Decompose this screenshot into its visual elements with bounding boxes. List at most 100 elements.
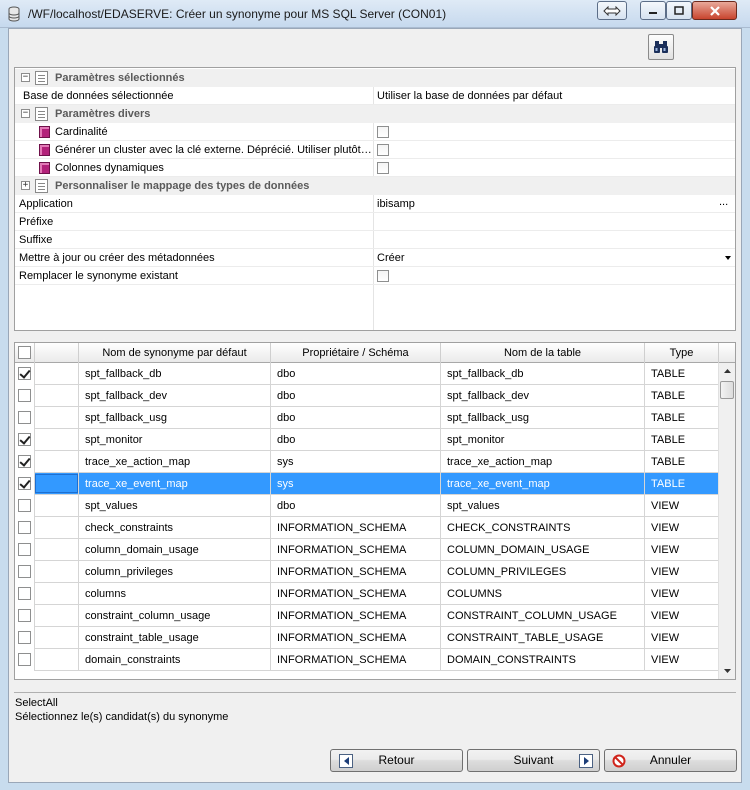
cell-table-name[interactable]: trace_xe_event_map	[441, 473, 645, 495]
browse-button[interactable]: ...	[719, 196, 728, 208]
cell-synonym-name[interactable]: spt_fallback_dev	[79, 385, 271, 407]
row-checkbox[interactable]	[18, 411, 31, 424]
colonnes-dynamiques-checkbox[interactable]	[377, 162, 389, 174]
cell-owner-schema[interactable]: INFORMATION_SCHEMA	[271, 649, 441, 671]
row-checkbox[interactable]	[18, 433, 31, 446]
cell-owner-schema[interactable]: INFORMATION_SCHEMA	[271, 561, 441, 583]
cell-type[interactable]: VIEW	[645, 495, 719, 517]
scroll-thumb[interactable]	[720, 381, 734, 399]
prop-prefixe[interactable]: Préfixe	[15, 213, 735, 231]
row-checkbox[interactable]	[18, 543, 31, 556]
cell-type[interactable]: VIEW	[645, 539, 719, 561]
cell-synonym-name[interactable]: spt_monitor	[79, 429, 271, 451]
cluster-checkbox[interactable]	[377, 144, 389, 156]
column-header-nom-synonyme[interactable]: Nom de synonyme par défaut	[79, 343, 271, 363]
cell-owner-schema[interactable]: dbo	[271, 429, 441, 451]
row-checkbox[interactable]	[18, 455, 31, 468]
table-row[interactable]: spt_monitor dbo spt_monitor TABLE	[15, 429, 719, 451]
table-row[interactable]: spt_fallback_usg dbo spt_fallback_usg TABLE	[15, 407, 719, 429]
cell-type[interactable]: VIEW	[645, 627, 719, 649]
cell-type[interactable]: TABLE	[645, 407, 719, 429]
minimize-button[interactable]	[640, 1, 666, 20]
cell-table-name[interactable]: CONSTRAINT_COLUMN_USAGE	[441, 605, 645, 627]
find-button[interactable]	[648, 34, 674, 60]
cell-synonym-name[interactable]: columns	[79, 583, 271, 605]
cell-synonym-name[interactable]: column_domain_usage	[79, 539, 271, 561]
row-checkbox[interactable]	[18, 521, 31, 534]
cell-owner-schema[interactable]: INFORMATION_SCHEMA	[271, 517, 441, 539]
cell-owner-schema[interactable]: INFORMATION_SCHEMA	[271, 605, 441, 627]
table-row[interactable]: constraint_table_usage INFORMATION_SCHEMA…	[15, 627, 719, 649]
vertical-scrollbar[interactable]	[718, 363, 735, 679]
prop-colonnes-dynamiques[interactable]: Colonnes dynamiques	[15, 159, 735, 177]
cell-owner-schema[interactable]: dbo	[271, 407, 441, 429]
expand-toggle[interactable]: +	[21, 181, 30, 190]
table-row[interactable]: columns INFORMATION_SCHEMA COLUMNS VIEW	[15, 583, 719, 605]
prop-cardinalite[interactable]: Cardinalité	[15, 123, 735, 141]
select-all-checkbox[interactable]	[18, 346, 31, 359]
cell-table-name[interactable]: COLUMNS	[441, 583, 645, 605]
cell-owner-schema[interactable]: sys	[271, 451, 441, 473]
table-row[interactable]: spt_values dbo spt_values VIEW	[15, 495, 719, 517]
remplacer-checkbox[interactable]	[377, 270, 389, 282]
cell-owner-schema[interactable]: INFORMATION_SCHEMA	[271, 583, 441, 605]
cell-synonym-name[interactable]: constraint_table_usage	[79, 627, 271, 649]
column-header-type[interactable]: Type	[645, 343, 719, 363]
cell-synonym-name[interactable]: spt_values	[79, 495, 271, 517]
cell-type[interactable]: VIEW	[645, 605, 719, 627]
application-value[interactable]: ibisamp	[377, 198, 415, 210]
row-checkbox[interactable]	[18, 587, 31, 600]
cell-owner-schema[interactable]: INFORMATION_SCHEMA	[271, 627, 441, 649]
next-button[interactable]: Suivant	[467, 749, 600, 772]
cell-synonym-name[interactable]: column_privileges	[79, 561, 271, 583]
column-header-nom-table[interactable]: Nom de la table	[441, 343, 645, 363]
table-row[interactable]: trace_xe_event_map sys trace_xe_event_map T…	[15, 473, 719, 495]
cell-table-name[interactable]: spt_fallback_usg	[441, 407, 645, 429]
table-row[interactable]: column_domain_usage INFORMATION_SCHEMA COL…	[15, 539, 719, 561]
table-row[interactable]: domain_constraints INFORMATION_SCHEMA DOMA…	[15, 649, 719, 671]
row-checkbox[interactable]	[18, 565, 31, 578]
cell-owner-schema[interactable]: dbo	[271, 495, 441, 517]
cardinalite-checkbox[interactable]	[377, 126, 389, 138]
cell-table-name[interactable]: CHECK_CONSTRAINTS	[441, 517, 645, 539]
cell-type[interactable]: TABLE	[645, 429, 719, 451]
collapse-toggle[interactable]: −	[21, 73, 30, 82]
cell-table-name[interactable]: spt_monitor	[441, 429, 645, 451]
cell-type[interactable]: TABLE	[645, 363, 719, 385]
row-checkbox[interactable]	[18, 499, 31, 512]
table-row[interactable]: trace_xe_action_map sys trace_xe_action_ma…	[15, 451, 719, 473]
cell-synonym-name[interactable]: spt_fallback_usg	[79, 407, 271, 429]
collapse-toggle[interactable]: −	[21, 109, 30, 118]
row-checkbox[interactable]	[18, 609, 31, 622]
table-row[interactable]: constraint_column_usage INFORMATION_SCHEM…	[15, 605, 719, 627]
column-header-proprietaire[interactable]: Propriétaire / Schéma	[271, 343, 441, 363]
prop-suffixe[interactable]: Suffixe	[15, 231, 735, 249]
cell-synonym-name[interactable]: constraint_column_usage	[79, 605, 271, 627]
row-checkbox[interactable]	[18, 389, 31, 402]
table-row[interactable]: spt_fallback_db dbo spt_fallback_db TABLE	[15, 363, 719, 385]
row-checkbox[interactable]	[18, 631, 31, 644]
cell-table-name[interactable]: spt_values	[441, 495, 645, 517]
cell-table-name[interactable]: trace_xe_action_map	[441, 451, 645, 473]
cell-table-name[interactable]: spt_fallback_db	[441, 363, 645, 385]
cell-owner-schema[interactable]: sys	[271, 473, 441, 495]
cell-synonym-name[interactable]: spt_fallback_db	[79, 363, 271, 385]
cell-type[interactable]: TABLE	[645, 451, 719, 473]
cell-type[interactable]: VIEW	[645, 561, 719, 583]
cell-synonym-name[interactable]: trace_xe_event_map	[79, 473, 271, 495]
cell-table-name[interactable]: COLUMN_DOMAIN_USAGE	[441, 539, 645, 561]
row-checkbox[interactable]	[18, 477, 31, 490]
cell-owner-schema[interactable]: dbo	[271, 385, 441, 407]
cell-table-name[interactable]: DOMAIN_CONSTRAINTS	[441, 649, 645, 671]
prop-generer-cluster[interactable]: Générer un cluster avec la clé externe. …	[15, 141, 735, 159]
prop-remplacer[interactable]: Remplacer le synonyme existant	[15, 267, 735, 285]
row-checkbox[interactable]	[18, 367, 31, 380]
prop-metadonnees[interactable]: Mettre à jour ou créer des métadonnées C…	[15, 249, 735, 267]
table-row[interactable]: check_constraints INFORMATION_SCHEMA CHECK…	[15, 517, 719, 539]
cell-type[interactable]: VIEW	[645, 649, 719, 671]
table-row[interactable]: column_privileges INFORMATION_SCHEMA COLUM…	[15, 561, 719, 583]
cell-owner-schema[interactable]: INFORMATION_SCHEMA	[271, 539, 441, 561]
maximize-button[interactable]	[666, 1, 692, 20]
cell-table-name[interactable]: spt_fallback_dev	[441, 385, 645, 407]
close-button[interactable]	[692, 1, 737, 20]
